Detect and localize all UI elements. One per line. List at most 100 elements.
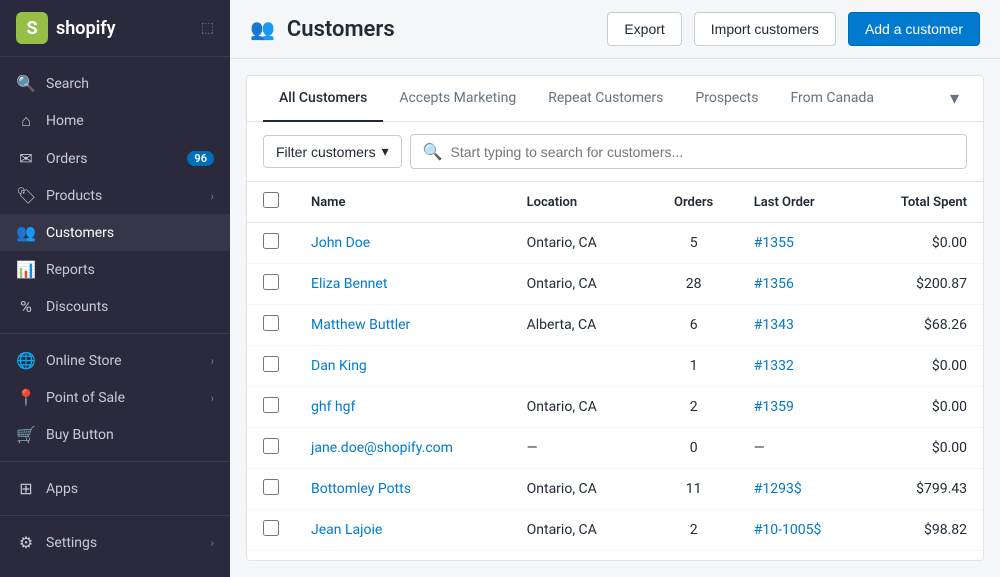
customer-orders-cell: 1	[650, 551, 738, 562]
customer-last-order-cell: #10-1005$	[738, 510, 861, 551]
sidebar-item-label-reports: Reports	[46, 262, 214, 278]
sidebar-item-apps[interactable]: ⊞Apps	[0, 470, 230, 507]
row-checkbox-7[interactable]	[263, 520, 279, 536]
home-icon: ⌂	[16, 111, 36, 131]
customer-orders-cell: 1	[650, 346, 738, 387]
row-checkbox-5[interactable]	[263, 438, 279, 454]
tabs-more-button[interactable]: ▾	[942, 78, 967, 119]
filter-bar: Filter customers ▾ 🔍	[247, 122, 983, 182]
sidebar-item-point-of-sale[interactable]: 📍Point of Sale›	[0, 379, 230, 416]
import-customers-button[interactable]: Import customers	[694, 12, 836, 46]
sidebar-logo: S shopify ⬚	[0, 0, 230, 57]
tab-all[interactable]: All Customers	[263, 76, 383, 122]
last-order-link[interactable]: #1293$	[754, 481, 802, 497]
sidebar-item-label-point-of-sale: Point of Sale	[46, 390, 200, 406]
customer-name-link[interactable]: John Doe	[311, 235, 370, 251]
customer-name-link[interactable]: jane.doe@shopify.com	[311, 440, 453, 456]
row-checkbox-1[interactable]	[263, 274, 279, 290]
customer-name-link[interactable]: Eliza Bennet	[311, 276, 387, 292]
table-row: Hm nhjmA Coruña, ES1#5-1028$$272.40	[247, 551, 983, 562]
sidebar-item-orders[interactable]: ✉Orders96	[0, 140, 230, 177]
add-customer-button[interactable]: Add a customer	[848, 12, 980, 46]
sidebar-item-products[interactable]: 🏷Products›	[0, 177, 230, 214]
sidebar-nav: 🔍Search⌂Home✉Orders96🏷Products›👥Customer…	[0, 57, 230, 577]
sidebar-item-search[interactable]: 🔍Search	[0, 65, 230, 102]
discounts-icon: %	[16, 297, 36, 316]
select-all-col	[247, 182, 295, 223]
customer-location-cell: Ontario, CA	[511, 469, 650, 510]
sidebar-divider	[0, 515, 230, 516]
sidebar-divider	[0, 333, 230, 334]
sidebar-item-settings[interactable]: ⚙Settings›	[0, 524, 230, 561]
customer-orders-cell: 2	[650, 510, 738, 551]
products-icon: 🏷	[16, 186, 36, 205]
customer-total-spent-cell: $799.43	[861, 469, 983, 510]
sidebar-item-label-apps: Apps	[46, 481, 214, 497]
customer-location-cell: Ontario, CA	[511, 264, 650, 305]
row-checkbox-0[interactable]	[263, 233, 279, 249]
last-order-link[interactable]: #1332	[754, 358, 794, 374]
last-order-link[interactable]: #1355	[754, 235, 794, 251]
customer-orders-cell: 6	[650, 305, 738, 346]
customers-table: Name Location Orders Last Order Total Sp…	[247, 182, 983, 561]
customer-name-link[interactable]: ghf hgf	[311, 399, 355, 415]
last-order-link[interactable]: #10-1005$	[754, 522, 822, 538]
row-checkbox-cell	[247, 510, 295, 551]
customer-location-cell: A Coruña, ES	[511, 551, 650, 562]
customer-total-spent-cell: $98.82	[861, 510, 983, 551]
main-content: 👥 Customers Export Import customers Add …	[230, 0, 1000, 577]
sidebar-item-discounts[interactable]: %Discounts	[0, 288, 230, 325]
sidebar-item-label-buy-button: Buy Button	[46, 427, 214, 443]
customer-last-order-cell: —	[738, 428, 861, 469]
last-order-col-header: Last Order	[738, 182, 861, 223]
tab-marketing[interactable]: Accepts Marketing	[383, 76, 532, 122]
customer-name-cell: Jean Lajoie	[295, 510, 511, 551]
row-checkbox-cell	[247, 264, 295, 305]
name-col-header: Name	[295, 182, 511, 223]
external-link-icon[interactable]: ⬚	[201, 20, 214, 36]
sidebar-item-buy-button[interactable]: 🛒 Buy Button	[0, 416, 230, 453]
row-checkbox-cell	[247, 346, 295, 387]
row-checkbox-4[interactable]	[263, 397, 279, 413]
customer-name-link[interactable]: Bottomley Potts	[311, 481, 411, 497]
sidebar-divider	[0, 461, 230, 462]
tab-canada[interactable]: From Canada	[774, 76, 890, 122]
customer-search-input[interactable]	[451, 144, 954, 160]
export-button[interactable]: Export	[607, 12, 681, 46]
customer-name-link[interactable]: Dan King	[311, 358, 367, 374]
select-all-checkbox[interactable]	[263, 192, 279, 208]
row-checkbox-6[interactable]	[263, 479, 279, 495]
last-order-link[interactable]: #1356	[754, 276, 794, 292]
filter-customers-button[interactable]: Filter customers ▾	[263, 135, 402, 168]
customer-total-spent-cell: $200.87	[861, 264, 983, 305]
customer-name-cell: ghf hgf	[295, 387, 511, 428]
sidebar-item-online-store[interactable]: 🌐Online Store›	[0, 342, 230, 379]
customer-location-cell	[511, 346, 650, 387]
sidebar-item-customers[interactable]: 👥Customers	[0, 214, 230, 251]
buy-button-icon: 🛒	[16, 425, 36, 444]
last-order-link[interactable]: #1343	[754, 317, 794, 333]
row-checkbox-cell	[247, 469, 295, 510]
sidebar-item-label-online-store: Online Store	[46, 353, 200, 369]
row-checkbox-2[interactable]	[263, 315, 279, 331]
row-checkbox-cell	[247, 551, 295, 562]
last-order-link[interactable]: #1359	[754, 399, 794, 415]
customer-last-order-cell: #1332	[738, 346, 861, 387]
sidebar-chevron-settings: ›	[210, 536, 214, 550]
topbar: 👥 Customers Export Import customers Add …	[230, 0, 1000, 59]
search-icon: 🔍	[423, 142, 443, 161]
tab-prospects[interactable]: Prospects	[679, 76, 774, 122]
point-of-sale-icon: 📍	[16, 388, 36, 407]
sidebar-item-home[interactable]: ⌂Home	[0, 102, 230, 140]
row-checkbox-3[interactable]	[263, 356, 279, 372]
customer-location-cell: Ontario, CA	[511, 510, 650, 551]
table-row: jane.doe@shopify.com—0—$0.00	[247, 428, 983, 469]
page-title: Customers	[287, 17, 595, 42]
sidebar-item-reports[interactable]: 📊Reports	[0, 251, 230, 288]
customer-name-link[interactable]: Jean Lajoie	[311, 522, 382, 538]
row-checkbox-cell	[247, 428, 295, 469]
tab-repeat[interactable]: Repeat Customers	[532, 76, 679, 122]
customer-name-link[interactable]: Matthew Buttler	[311, 317, 410, 333]
sidebar-item-label-orders: Orders	[46, 151, 177, 167]
table-row: Eliza BennetOntario, CA28#1356$200.87	[247, 264, 983, 305]
